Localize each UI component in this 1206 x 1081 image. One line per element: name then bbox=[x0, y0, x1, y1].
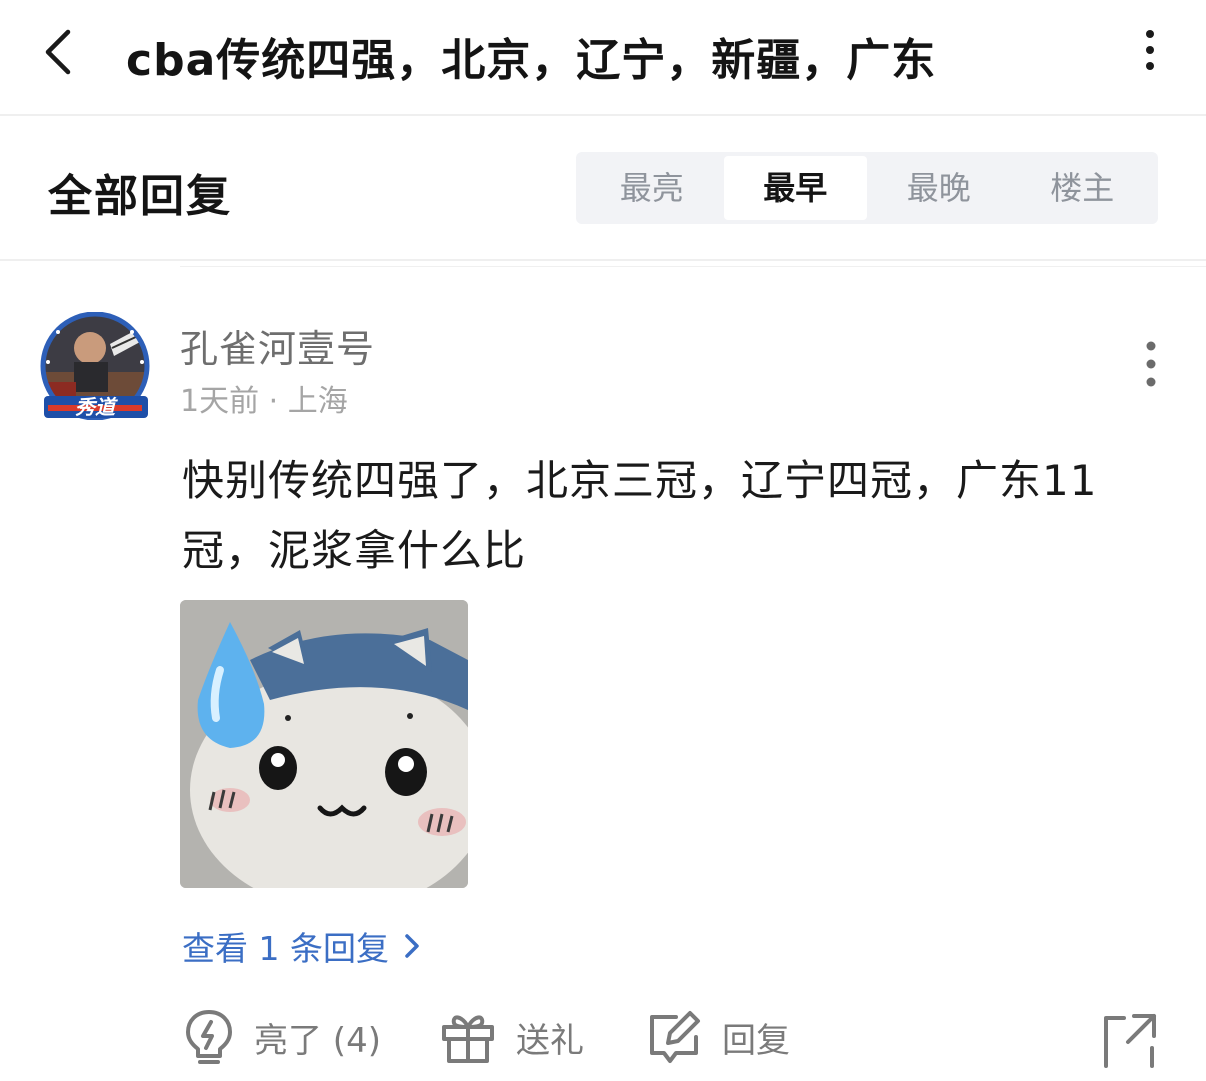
tab-latest[interactable]: 最晚 bbox=[867, 156, 1011, 220]
sort-tabs: 最亮 最早 最晚 楼主 bbox=[576, 152, 1158, 224]
comment-divider bbox=[180, 266, 1206, 267]
svg-text:秀道: 秀道 bbox=[75, 395, 118, 419]
more-vertical-icon bbox=[1146, 30, 1154, 70]
more-vertical-icon bbox=[1146, 341, 1156, 387]
light-count-label: 亮了 (4) bbox=[254, 1020, 381, 1061]
tab-op-only[interactable]: 楼主 bbox=[1011, 156, 1155, 220]
comment-meta: 1天前 · 上海 bbox=[180, 384, 348, 419]
back-button[interactable] bbox=[30, 22, 90, 82]
light-button[interactable]: 亮了 (4) bbox=[184, 1004, 381, 1070]
comment-more-button[interactable] bbox=[1130, 338, 1172, 392]
back-arrow-icon bbox=[45, 29, 71, 75]
share-button[interactable] bbox=[1100, 1010, 1160, 1070]
section-divider bbox=[0, 259, 1206, 261]
chevron-right-icon bbox=[405, 934, 419, 958]
tab-brightest[interactable]: 最亮 bbox=[580, 156, 724, 220]
view-replies-label: 查看 1 条回复 bbox=[182, 929, 389, 968]
gift-button[interactable]: 送礼 bbox=[440, 1004, 584, 1070]
comment-body: 快别传统四强了，北京三冠，辽宁四冠，广东11冠，泥浆拿什么比 bbox=[182, 456, 1098, 575]
view-replies-link[interactable]: 查看 1 条回复 bbox=[182, 922, 421, 970]
tab-earliest[interactable]: 最早 bbox=[723, 156, 867, 220]
reply-button[interactable]: 回复 bbox=[646, 1004, 790, 1070]
sticker-image[interactable] bbox=[180, 600, 468, 888]
lightbulb-icon bbox=[186, 1010, 232, 1064]
gift-label: 送礼 bbox=[516, 1020, 584, 1061]
share-icon bbox=[1104, 1014, 1156, 1068]
post-title: cba传统四强，北京，辽宁，新疆，广东 bbox=[126, 35, 937, 86]
top-bar: cba传统四强，北京，辽宁，新疆，广东 bbox=[0, 0, 1206, 116]
edit-reply-icon bbox=[650, 1011, 700, 1063]
reply-label: 回复 bbox=[722, 1020, 790, 1061]
more-options-button[interactable] bbox=[1128, 26, 1172, 76]
avatar[interactable]: 秀道 bbox=[38, 311, 152, 421]
all-replies-title: 全部回复 bbox=[48, 171, 232, 222]
gift-icon bbox=[442, 1015, 494, 1063]
username[interactable]: 孔雀河壹号 bbox=[180, 318, 375, 373]
